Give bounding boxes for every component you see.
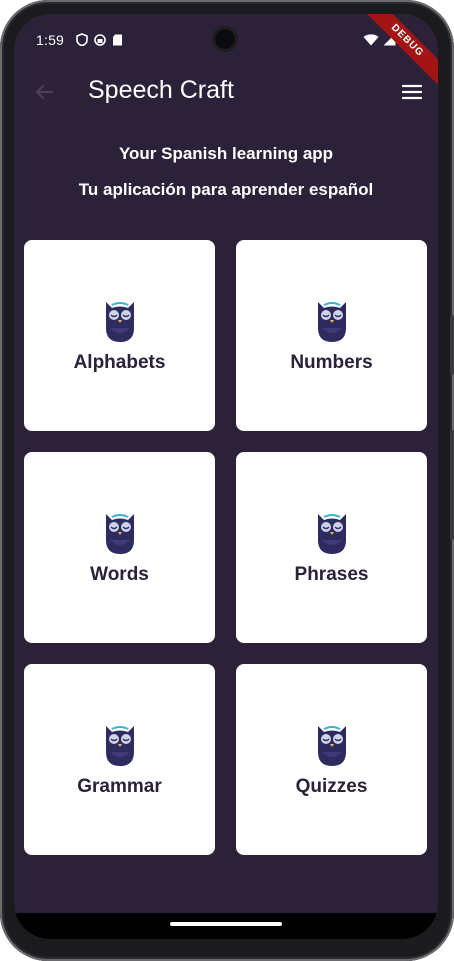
owl-icon xyxy=(317,513,346,554)
category-grid: Alphabets Numbers Words Phrases Grammar … xyxy=(24,240,428,855)
hamburger-menu-icon xyxy=(401,84,423,100)
app-screen: 1:59 DEBUG Speech Craft Your Spanish lea… xyxy=(14,14,438,939)
owl-icon xyxy=(105,301,134,342)
status-notification-icons xyxy=(76,33,124,47)
category-card-quizzes[interactable]: Quizzes xyxy=(236,664,427,855)
intro-spanish: Tu aplicación para aprender español xyxy=(78,180,374,199)
menu-button[interactable] xyxy=(400,80,424,104)
owl-icon xyxy=(105,725,134,766)
category-label: Alphabets xyxy=(73,351,166,373)
shield-icon xyxy=(76,33,88,47)
intro-english: Your Spanish learning app xyxy=(118,144,334,163)
category-card-numbers[interactable]: Numbers xyxy=(236,240,427,431)
front-camera xyxy=(212,26,238,52)
owl-icon xyxy=(317,301,346,342)
owl-icon xyxy=(317,725,346,766)
category-label: Numbers xyxy=(290,351,373,373)
power-button xyxy=(450,430,454,540)
category-label: Words xyxy=(90,563,149,585)
category-card-words[interactable]: Words xyxy=(24,452,215,643)
status-bar: 1:59 DEBUG xyxy=(14,14,438,94)
category-label: Phrases xyxy=(294,563,369,585)
status-time: 1:59 xyxy=(36,32,65,48)
category-card-alphabets[interactable]: Alphabets xyxy=(24,240,215,431)
app-bar: Speech Craft xyxy=(14,66,438,118)
volume-button xyxy=(450,315,454,375)
back-button[interactable] xyxy=(30,78,58,106)
app-title: Speech Craft xyxy=(88,76,234,104)
phone-frame: 1:59 DEBUG Speech Craft Your Spanish lea… xyxy=(0,0,454,961)
category-card-grammar[interactable]: Grammar xyxy=(24,664,215,855)
category-card-phrases[interactable]: Phrases xyxy=(236,452,427,643)
arrow-back-icon xyxy=(35,84,54,100)
owl-icon xyxy=(105,513,134,554)
wifi-icon xyxy=(363,33,379,51)
home-indicator[interactable] xyxy=(170,922,282,926)
category-label: Grammar xyxy=(77,775,162,797)
category-label: Quizzes xyxy=(295,775,368,797)
system-nav-bar xyxy=(14,913,438,939)
circle-icon xyxy=(94,33,106,46)
sd-card-icon xyxy=(112,33,124,46)
